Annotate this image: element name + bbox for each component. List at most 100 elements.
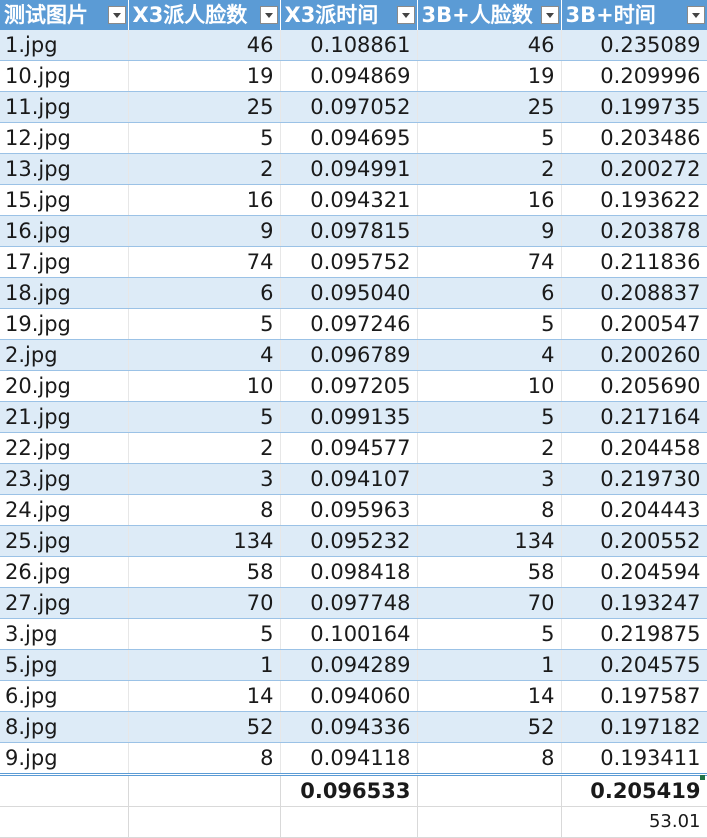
header-test-image[interactable]: 测试图片 (0, 0, 129, 30)
x3-time-cell[interactable]: 0.100164 (280, 618, 418, 650)
x3-time-cell[interactable]: 0.095963 (280, 494, 418, 526)
x3-faces-cell[interactable]: 19 (128, 60, 281, 92)
pi3b-time-cell[interactable]: 0.200260 (561, 339, 707, 371)
image-name-cell[interactable]: 16.jpg (0, 215, 129, 247)
filter-dropdown-icon[interactable] (540, 6, 559, 24)
x3-time-cell[interactable]: 0.097748 (280, 587, 418, 619)
x3-faces-cell[interactable]: 25 (128, 91, 281, 123)
image-name-cell[interactable]: 15.jpg (0, 184, 129, 216)
x3-faces-cell[interactable]: 8 (128, 494, 281, 526)
empty-cell[interactable] (0, 773, 129, 807)
pi3b-faces-cell[interactable]: 5 (417, 122, 562, 154)
image-name-cell[interactable]: 13.jpg (0, 153, 129, 185)
pi3b-time-cell[interactable]: 0.204458 (561, 432, 707, 464)
image-name-cell[interactable]: 21.jpg (0, 401, 129, 433)
pi3b-faces-cell[interactable]: 2 (417, 432, 562, 464)
x3-faces-cell[interactable]: 5 (128, 122, 281, 154)
pi3b-time-cell[interactable]: 0.209996 (561, 60, 707, 92)
image-name-cell[interactable]: 12.jpg (0, 122, 129, 154)
x3-time-cell[interactable]: 0.094577 (280, 432, 418, 464)
x3-time-cell[interactable]: 0.095232 (280, 525, 418, 557)
fill-handle[interactable] (700, 775, 705, 780)
x3-time-cell[interactable]: 0.094060 (280, 680, 418, 712)
x3-time-cell[interactable]: 0.095040 (280, 277, 418, 309)
x3-faces-cell[interactable]: 10 (128, 370, 281, 402)
x3-time-cell[interactable]: 0.094991 (280, 153, 418, 185)
empty-cell[interactable] (128, 806, 281, 838)
x3-time-cell[interactable]: 0.094336 (280, 711, 418, 743)
x3-faces-cell[interactable]: 74 (128, 246, 281, 278)
image-name-cell[interactable]: 26.jpg (0, 556, 129, 588)
image-name-cell[interactable]: 17.jpg (0, 246, 129, 278)
x3-faces-cell[interactable]: 5 (128, 308, 281, 340)
empty-cell[interactable] (417, 773, 562, 807)
pi3b-time-cell[interactable]: 0.205690 (561, 370, 707, 402)
x3-time-cell[interactable]: 0.097815 (280, 215, 418, 247)
x3-faces-cell[interactable]: 1 (128, 649, 281, 681)
x3-time-cell[interactable]: 0.094289 (280, 649, 418, 681)
pi3b-time-cell[interactable]: 0.199735 (561, 91, 707, 123)
pi3b-time-cell[interactable]: 0.235089 (561, 30, 707, 61)
x3-time-cell[interactable]: 0.097205 (280, 370, 418, 402)
pi3b-faces-cell[interactable]: 52 (417, 711, 562, 743)
pi3b-faces-cell[interactable]: 14 (417, 680, 562, 712)
x3-faces-cell[interactable]: 134 (128, 525, 281, 557)
filter-dropdown-icon[interactable] (107, 6, 126, 24)
pi3b-time-cell[interactable]: 0.203878 (561, 215, 707, 247)
pi3b-time-cell[interactable]: 0.200547 (561, 308, 707, 340)
pi3b-time-cell[interactable]: 0.219730 (561, 463, 707, 495)
pi3b-faces-cell[interactable]: 3 (417, 463, 562, 495)
pi3b-faces-cell[interactable]: 134 (417, 525, 562, 557)
pi3b-time-average-cell[interactable]: 0.205419 (561, 773, 707, 807)
image-name-cell[interactable]: 5.jpg (0, 649, 129, 681)
pi3b-time-cell[interactable]: 0.203486 (561, 122, 707, 154)
x3-faces-cell[interactable]: 2 (128, 153, 281, 185)
ratio-cell[interactable]: 53.01 (561, 806, 707, 838)
pi3b-faces-cell[interactable]: 4 (417, 339, 562, 371)
empty-cell[interactable] (0, 806, 129, 838)
image-name-cell[interactable]: 10.jpg (0, 60, 129, 92)
image-name-cell[interactable]: 20.jpg (0, 370, 129, 402)
pi3b-time-cell[interactable]: 0.219875 (561, 618, 707, 650)
x3-faces-cell[interactable]: 58 (128, 556, 281, 588)
x3-time-average-cell[interactable]: 0.096533 (280, 773, 418, 807)
x3-faces-cell[interactable]: 16 (128, 184, 281, 216)
pi3b-faces-cell[interactable]: 5 (417, 401, 562, 433)
x3-faces-cell[interactable]: 3 (128, 463, 281, 495)
header-3b-faces[interactable]: 3B+人脸数 (417, 0, 562, 30)
pi3b-time-cell[interactable]: 0.217164 (561, 401, 707, 433)
pi3b-time-cell[interactable]: 0.204443 (561, 494, 707, 526)
x3-faces-cell[interactable]: 46 (128, 30, 281, 61)
pi3b-faces-cell[interactable]: 16 (417, 184, 562, 216)
pi3b-faces-cell[interactable]: 1 (417, 649, 562, 681)
pi3b-faces-cell[interactable]: 19 (417, 60, 562, 92)
empty-cell[interactable] (128, 773, 281, 807)
image-name-cell[interactable]: 19.jpg (0, 308, 129, 340)
x3-faces-cell[interactable]: 6 (128, 277, 281, 309)
image-name-cell[interactable]: 9.jpg (0, 742, 129, 775)
pi3b-time-cell[interactable]: 0.200552 (561, 525, 707, 557)
image-name-cell[interactable]: 25.jpg (0, 525, 129, 557)
pi3b-time-cell[interactable]: 0.204575 (561, 649, 707, 681)
image-name-cell[interactable]: 11.jpg (0, 91, 129, 123)
x3-time-cell[interactable]: 0.098418 (280, 556, 418, 588)
pi3b-faces-cell[interactable]: 5 (417, 308, 562, 340)
image-name-cell[interactable]: 1.jpg (0, 30, 129, 61)
header-x3-faces[interactable]: X3派人脸数 (128, 0, 281, 30)
empty-cell[interactable] (417, 806, 562, 838)
x3-faces-cell[interactable]: 9 (128, 215, 281, 247)
x3-time-cell[interactable]: 0.094118 (280, 742, 418, 775)
pi3b-faces-cell[interactable]: 74 (417, 246, 562, 278)
image-name-cell[interactable]: 27.jpg (0, 587, 129, 619)
x3-time-cell[interactable]: 0.094695 (280, 122, 418, 154)
x3-faces-cell[interactable]: 8 (128, 742, 281, 775)
pi3b-faces-cell[interactable]: 6 (417, 277, 562, 309)
x3-time-cell[interactable]: 0.099135 (280, 401, 418, 433)
x3-time-cell[interactable]: 0.094107 (280, 463, 418, 495)
x3-faces-cell[interactable]: 70 (128, 587, 281, 619)
pi3b-time-cell[interactable]: 0.197182 (561, 711, 707, 743)
image-name-cell[interactable]: 24.jpg (0, 494, 129, 526)
image-name-cell[interactable]: 23.jpg (0, 463, 129, 495)
pi3b-time-cell[interactable]: 0.208837 (561, 277, 707, 309)
filter-dropdown-icon[interactable] (396, 6, 415, 24)
